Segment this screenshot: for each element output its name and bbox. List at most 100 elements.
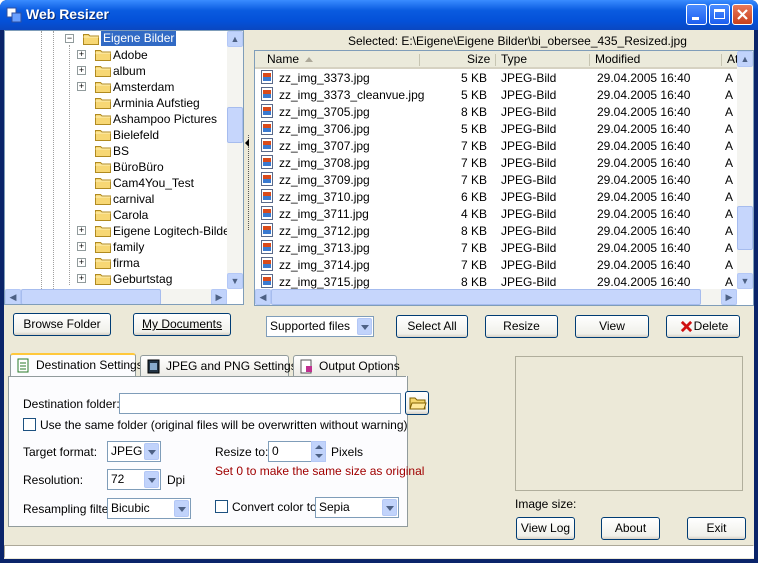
tree-item[interactable]: Arminia Aufstieg: [5, 95, 227, 111]
scroll-left-icon[interactable]: ◀: [5, 289, 21, 304]
column-separator[interactable]: [721, 54, 722, 66]
column-header-modified[interactable]: Modified: [589, 51, 721, 69]
column-separator[interactable]: [419, 54, 420, 66]
file-row[interactable]: zz_img_3706.jpg 5 KB JPEG-Bild 29.04.2005 1…: [255, 120, 733, 137]
file-row[interactable]: zz_img_3714.jpg 7 KB JPEG-Bild 29.04.2005 1…: [255, 256, 733, 273]
files-vertical-scrollbar[interactable]: ▲ ▼: [737, 51, 753, 289]
file-row[interactable]: zz_img_3713.jpg 7 KB JPEG-Bild 29.04.2005 1…: [255, 239, 733, 256]
scroll-thumb[interactable]: [271, 289, 701, 305]
scroll-down-icon[interactable]: ▼: [737, 273, 753, 289]
resize-to-input[interactable]: 0: [268, 441, 326, 462]
delete-button[interactable]: Delete: [666, 315, 740, 338]
scroll-thumb[interactable]: [21, 289, 161, 304]
tree-item[interactable]: + Adobe: [5, 47, 227, 63]
file-row[interactable]: zz_img_3373_cleanvue.jpg 5 KB JPEG-Bild 29.…: [255, 86, 733, 103]
column-separator[interactable]: [495, 54, 496, 66]
expand-icon[interactable]: +: [77, 226, 86, 235]
tree-item[interactable]: + firma: [5, 255, 227, 271]
tab-jpeg-png-settings[interactable]: JPEG and PNG Settings: [140, 355, 297, 377]
column-header-type[interactable]: Type: [495, 51, 589, 69]
collapse-icon[interactable]: −: [65, 34, 74, 43]
column-header-size[interactable]: Size: [419, 51, 495, 69]
file-type: JPEG-Bild: [501, 224, 557, 238]
tree-vertical-scrollbar[interactable]: ▲ ▼: [227, 31, 243, 289]
maximize-button[interactable]: [709, 4, 730, 25]
scroll-thumb[interactable]: [227, 107, 243, 143]
tree-item[interactable]: carnival: [5, 191, 227, 207]
tree-item[interactable]: + Geburtstag: [5, 271, 227, 287]
select-all-button[interactable]: Select All: [396, 315, 468, 338]
file-row[interactable]: zz_img_3705.jpg 8 KB JPEG-Bild 29.04.2005 1…: [255, 103, 733, 120]
expand-icon[interactable]: +: [77, 274, 86, 283]
column-header-name[interactable]: Name: [255, 51, 419, 69]
tree-item[interactable]: BS: [5, 143, 227, 159]
scroll-down-icon[interactable]: ▼: [227, 273, 243, 289]
tab-destination-settings[interactable]: Destination Settings: [10, 353, 143, 377]
minimize-button[interactable]: [686, 4, 707, 25]
file-row[interactable]: zz_img_3708.jpg 7 KB JPEG-Bild 29.04.2005 1…: [255, 154, 733, 171]
resolution-select[interactable]: 72: [107, 469, 161, 490]
file-row[interactable]: zz_img_3710.jpg 6 KB JPEG-Bild 29.04.2005 1…: [255, 188, 733, 205]
browse-folder-button[interactable]: Browse Folder: [13, 313, 111, 336]
convert-color-select[interactable]: Sepia: [315, 497, 399, 518]
scroll-right-icon[interactable]: ▶: [211, 289, 227, 304]
tree-item[interactable]: − Eigene Bilder: [5, 31, 227, 47]
title-bar[interactable]: Web Resizer: [0, 0, 758, 30]
spin-down-icon[interactable]: [315, 454, 323, 458]
tree-item[interactable]: Cam4You_Test: [5, 175, 227, 191]
files-horizontal-scrollbar[interactable]: ◀ ▶: [255, 289, 737, 305]
resize-button[interactable]: Resize: [485, 315, 558, 338]
view-button[interactable]: View: [575, 315, 649, 338]
column-separator[interactable]: [589, 54, 590, 66]
same-folder-checkbox[interactable]: [23, 418, 36, 431]
tree-item[interactable]: + Amsterdam: [5, 79, 227, 95]
tree-item[interactable]: + Eigene Logitech-Bilder: [5, 223, 234, 239]
scroll-up-icon[interactable]: ▲: [227, 31, 243, 47]
view-log-button[interactable]: View Log: [516, 517, 575, 540]
column-header-at[interactable]: At: [721, 51, 738, 69]
spin-up-icon[interactable]: [315, 445, 323, 449]
expand-icon[interactable]: +: [77, 82, 86, 91]
file-row[interactable]: zz_img_3709.jpg 7 KB JPEG-Bild 29.04.2005 1…: [255, 171, 733, 188]
about-button[interactable]: About: [601, 517, 660, 540]
expand-icon[interactable]: +: [77, 66, 86, 75]
my-documents-button[interactable]: My Documents: [133, 313, 231, 336]
tree-item[interactable]: + family: [5, 239, 227, 255]
file-row[interactable]: zz_img_3712.jpg 8 KB JPEG-Bild 29.04.2005 1…: [255, 222, 733, 239]
folder-tree[interactable]: − Eigene Bilder + Adobe + album + Amsterdam Armi…: [4, 30, 244, 305]
convert-color-checkbox[interactable]: [215, 500, 228, 513]
spin-stepper[interactable]: [311, 441, 326, 462]
tree-item[interactable]: Bielefeld: [5, 127, 227, 143]
exit-button[interactable]: Exit: [687, 517, 746, 540]
chevron-down-icon[interactable]: [357, 318, 372, 335]
expand-icon[interactable]: +: [77, 258, 86, 267]
tree-item[interactable]: + album: [5, 63, 227, 79]
close-button[interactable]: [732, 4, 753, 25]
tree-item[interactable]: Ashampoo Pictures: [5, 111, 227, 127]
chevron-down-icon[interactable]: [144, 443, 159, 460]
file-row[interactable]: zz_img_3715.jpg 8 KB JPEG-Bild 29.04.2005 1…: [255, 273, 733, 290]
tree-item[interactable]: Carola: [5, 207, 227, 223]
expand-icon[interactable]: +: [77, 50, 86, 59]
tree-horizontal-scrollbar[interactable]: ◀ ▶: [5, 289, 227, 304]
scroll-left-icon[interactable]: ◀: [255, 289, 271, 305]
browse-destination-button[interactable]: [405, 391, 429, 415]
chevron-down-icon[interactable]: [382, 499, 397, 516]
resampling-filter-select[interactable]: Bicubic: [107, 498, 191, 519]
chevron-down-icon[interactable]: [144, 471, 159, 488]
tab-output-options[interactable]: Output Options: [293, 355, 400, 377]
scroll-up-icon[interactable]: ▲: [737, 51, 753, 67]
destination-folder-input[interactable]: [119, 393, 401, 414]
target-format-select[interactable]: JPEG: [107, 441, 161, 462]
file-filter-select[interactable]: Supported files: [266, 316, 374, 337]
scroll-thumb[interactable]: [737, 206, 753, 250]
tree-item[interactable]: BüroBüro: [5, 159, 227, 175]
file-list[interactable]: Name Size Type Modified At zz_img_3373.jpg 5 …: [254, 50, 754, 306]
file-row[interactable]: zz_img_3373.jpg 5 KB JPEG-Bild 29.04.2005 1…: [255, 69, 733, 86]
file-row[interactable]: zz_img_3707.jpg 7 KB JPEG-Bild 29.04.2005 1…: [255, 137, 733, 154]
splitter[interactable]: [245, 135, 251, 230]
expand-icon[interactable]: +: [77, 242, 86, 251]
scroll-right-icon[interactable]: ▶: [721, 289, 737, 305]
file-row[interactable]: zz_img_3711.jpg 4 KB JPEG-Bild 29.04.2005 1…: [255, 205, 733, 222]
chevron-down-icon[interactable]: [174, 500, 189, 517]
